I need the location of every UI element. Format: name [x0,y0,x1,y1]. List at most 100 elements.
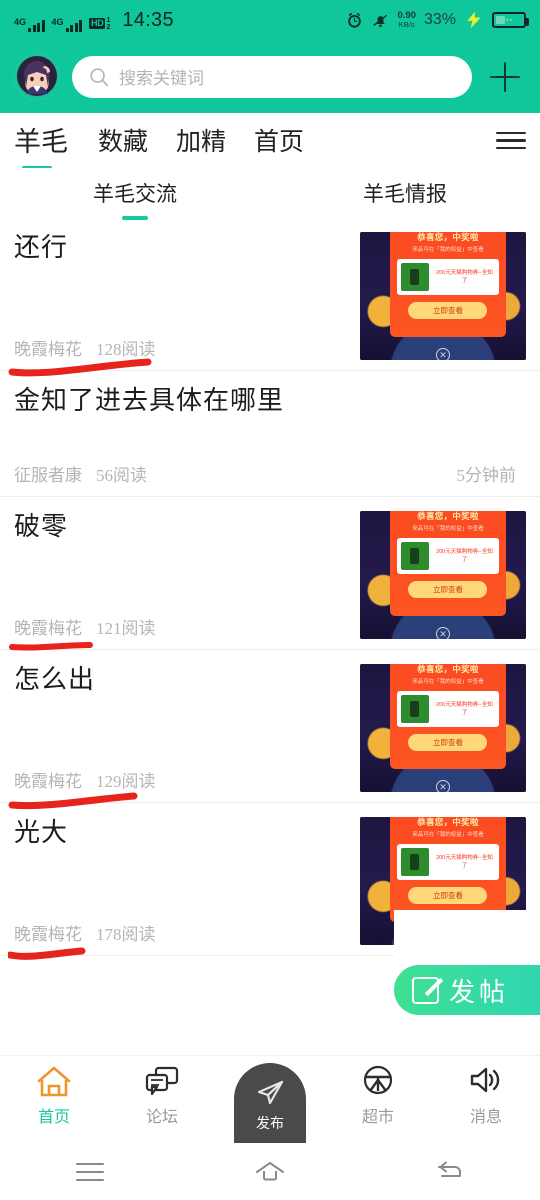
post-author: 晚霞梅花 [14,340,82,359]
ad-headline: 恭喜您，中奖啦 [417,511,479,521]
status-bar: 4G 4G HD 1 2 14:35 0.90 KB/s 33% ▪▪ [0,0,540,40]
table-row[interactable]: 怎么出 晚霞梅花 129阅读 恭喜您，中奖啦 来品可在「我的权益」中查看 200… [0,650,540,810]
ad-headline: 恭喜您，中奖啦 [417,817,479,827]
post-author: 晚霞梅花 [14,925,82,944]
bell-muted-icon [373,14,388,27]
table-row[interactable]: 金知了进去具体在哪里 征服者康 56阅读 5分钟前 [0,371,540,497]
nav-item-publish[interactable]: 发布 [216,1056,324,1148]
signal-indicator-2: 4G [51,16,83,32]
status-clock: 14:35 [122,8,174,31]
ad-product-image [400,263,429,291]
post-read-count: 121阅读 [96,619,156,638]
nav-label-store: 超市 [361,1109,394,1126]
post-meta: 晚霞梅花 121阅读 [14,598,350,639]
post-author: 晚霞梅花 [14,772,82,791]
post-thumbnail-ad[interactable]: 恭喜您，中奖啦 来品可在「我的权益」中查看 200元天猫购物券--全知了 立即查… [360,232,526,360]
close-circle-icon[interactable]: ✕ [436,780,450,792]
lightning-bolt-icon [467,11,481,29]
ad-subline: 来品可在「我的权益」中查看 [412,526,484,532]
search-input[interactable]: 搜索关键词 [72,55,472,98]
post-thumbnail-ad[interactable]: 恭喜您，中奖啦 来品可在「我的权益」中查看 200元天猫购物券--全知了 立即查… [360,664,526,792]
post-title: 破零 [14,512,69,541]
post-thumbnail-ad[interactable]: 恭喜您，中奖啦 来品可在「我的权益」中查看 200元天猫购物券--全知了 立即查… [360,511,526,639]
tab-jiajing[interactable]: 加精 [176,122,226,160]
post-read-count: 178阅读 [96,925,156,944]
hd-sub-2: 2 [106,23,111,31]
signal-1-bars [28,19,45,32]
signal-2-bars [65,19,83,32]
ad-cta-button[interactable]: 立即查看 [408,734,488,751]
ad-subline: 来品可在「我的权益」中查看 [412,679,484,685]
post-author: 晚霞梅花 [14,619,82,638]
alarm-clock-icon [348,12,362,28]
user-avatar[interactable] [14,53,60,100]
close-circle-icon[interactable]: ✕ [436,348,450,360]
post-read-count: 129阅读 [96,772,156,791]
chat-bubbles-icon [144,1065,180,1098]
post-read-count: 56阅读 [96,466,147,485]
ad-copy: 200元天猫购物券--全知了 [436,702,493,716]
subtab-yangmao-jiaoliu-label: 羊毛交流 [93,182,177,206]
signal-indicator-1: 4G [14,16,45,32]
nav-item-home[interactable]: 首页 [0,1056,108,1127]
tab-yangmao[interactable]: 羊毛 [14,120,68,170]
system-back-button[interactable] [360,1159,540,1185]
hd-voice-icon: HD 1 2 [89,17,110,31]
plus-icon[interactable] [484,56,526,98]
net-speed-unit: KB/s [398,20,415,29]
post-meta: 晚霞梅花 128阅读 [14,319,350,360]
tab-shucang[interactable]: 数藏 [98,122,148,160]
paper-plane-icon [257,1080,283,1105]
compose-post-button[interactable]: 发帖 [394,965,540,1015]
hd-sub-1: 1 [106,16,111,24]
battery-icon: ▪▪ [492,12,529,28]
phone-screen: 4G 4G HD 1 2 14:35 0.90 KB/s 33% ▪▪ 搜索关键… [0,0,540,1200]
speaker-icon [468,1065,504,1098]
subtab-yangmao-jiaoliu[interactable]: 羊毛交流 [0,178,270,220]
ad-subline: 来品可在「我的权益」中查看 [412,247,484,253]
tab-yangmao-label: 羊毛 [14,127,68,157]
compose-pencil-icon [412,976,439,1004]
subtab-yangmao-qingbao[interactable]: 羊毛情报 [270,178,540,208]
tab-shouye[interactable]: 首页 [254,122,304,160]
ad-copy: 200元天猫购物券--全知了 [436,855,493,869]
system-home-icon [256,1161,284,1180]
system-menu-button[interactable] [0,1162,180,1181]
search-placeholder: 搜索关键词 [119,69,204,88]
post-title: 还行 [14,233,69,262]
store-icon [360,1065,396,1098]
ad-headline: 恭喜您，中奖啦 [417,232,479,242]
post-time: 5分钟前 [456,466,517,485]
post-meta: 晚霞梅花 178阅读 [14,904,350,945]
compose-panel: 发帖 [394,910,540,1020]
home-icon [36,1065,72,1098]
ad-copy: 200元天猫购物券--全知了 [436,270,493,284]
system-navigation-bar [0,1143,540,1200]
bottom-navigation: 首页 论坛 发布 超市 消息 [0,1055,540,1148]
signal-1-label: 4G [14,16,27,27]
nav-item-store[interactable]: 超市 [324,1056,432,1127]
ad-cta-button[interactable]: 立即查看 [408,581,488,598]
hamburger-menu-icon[interactable] [496,131,526,151]
net-speed-value: 0.90 [397,10,416,21]
ad-product-image [400,695,429,723]
post-meta: 征服者康 56阅读 5分钟前 [14,445,516,486]
post-author: 征服者康 [14,466,82,485]
close-circle-icon[interactable]: ✕ [436,627,450,639]
nav-item-messages[interactable]: 消息 [432,1056,540,1127]
nav-item-forum[interactable]: 论坛 [108,1056,216,1127]
ad-headline: 恭喜您，中奖啦 [417,664,479,674]
battery-percent: 33% [423,11,456,28]
sub-tab-bar: 羊毛交流 羊毛情报 [0,168,540,220]
table-row[interactable]: 破零 晚霞梅花 121阅读 恭喜您，中奖啦 来品可在「我的权益」中查看 200元… [0,497,540,651]
ad-product-image [400,542,429,570]
system-home-button[interactable] [180,1159,360,1185]
signal-2-label: 4G [51,16,64,27]
network-speed-indicator: 0.90 KB/s [397,11,416,29]
ad-cta-button[interactable]: 立即查看 [408,302,488,319]
nav-label-forum: 论坛 [145,1109,178,1126]
ad-cta-button[interactable]: 立即查看 [408,887,488,904]
post-read-count: 128阅读 [96,340,156,359]
post-title: 金知了进去具体在哪里 [14,386,285,415]
table-row[interactable]: 还行 晚霞梅花 128阅读 恭喜您，中奖啦 来品可在「我的权益」中查看 200元… [0,218,540,377]
